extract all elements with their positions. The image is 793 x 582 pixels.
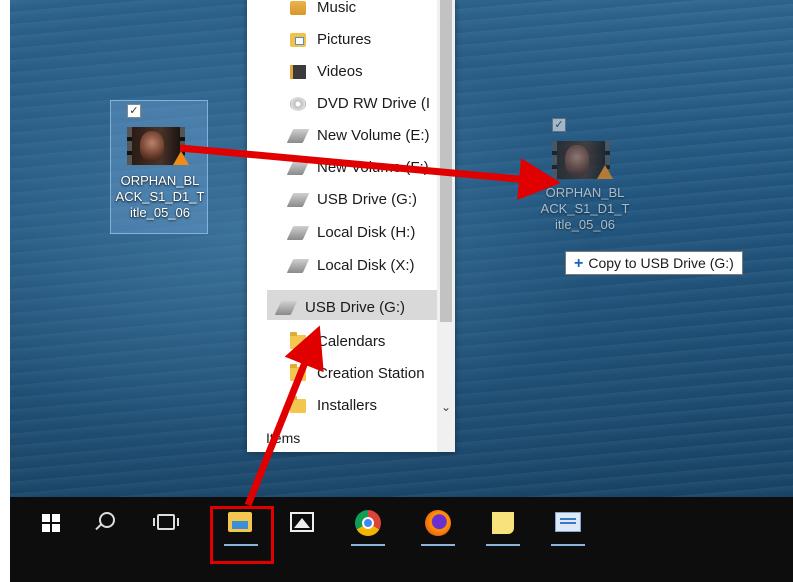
contact-card-icon bbox=[555, 512, 581, 532]
tooltip-text: Copy to USB Drive (G:) bbox=[588, 255, 734, 271]
scroll-down-arrow-icon[interactable]: ⌄ bbox=[440, 400, 452, 414]
windows-logo-icon bbox=[42, 514, 60, 532]
desktop-file-label: ORPHAN_BL ACK_S1_D1_T itle_05_06 bbox=[115, 173, 205, 220]
dvd-drive-icon bbox=[290, 97, 306, 111]
start-button[interactable] bbox=[30, 502, 76, 546]
firefox-icon bbox=[425, 510, 451, 536]
firefox-button[interactable] bbox=[415, 502, 461, 546]
videos-folder-icon bbox=[290, 65, 306, 79]
folder-icon bbox=[290, 364, 306, 381]
search-button[interactable] bbox=[85, 502, 131, 546]
drag-ghost-file: ✓ ORPHAN_BL ACK_S1_D1_T itle_05_06 bbox=[530, 113, 640, 243]
checkbox-icon: ✓ bbox=[552, 118, 566, 132]
running-indicator bbox=[486, 544, 520, 546]
running-indicator bbox=[351, 544, 385, 546]
checkbox-icon[interactable]: ✓ bbox=[127, 104, 141, 118]
search-icon bbox=[99, 512, 115, 528]
pictures-folder-icon bbox=[290, 33, 306, 47]
folder-icon bbox=[290, 332, 306, 349]
chrome-icon bbox=[355, 510, 381, 536]
music-folder-icon bbox=[290, 1, 306, 15]
app-button[interactable] bbox=[545, 502, 591, 546]
nav-pane-scrollbar[interactable]: ⌄ bbox=[437, 0, 455, 452]
photos-button[interactable] bbox=[280, 502, 326, 546]
folder-icon bbox=[290, 396, 306, 413]
drag-copy-tooltip: + Copy to USB Drive (G:) bbox=[565, 251, 743, 275]
photos-icon bbox=[290, 512, 314, 532]
plus-icon: + bbox=[574, 255, 584, 272]
vlc-cone-icon bbox=[597, 165, 613, 179]
vlc-cone-icon bbox=[173, 151, 189, 165]
drag-ghost-label: ORPHAN_BL ACK_S1_D1_T itle_05_06 bbox=[540, 185, 630, 232]
image-frame-edge bbox=[0, 0, 10, 582]
desktop-file-icon[interactable]: ✓ ORPHAN_BL ACK_S1_D1_T itle_05_06 bbox=[110, 100, 208, 234]
scrollbar-thumb[interactable] bbox=[440, 0, 452, 322]
chrome-button[interactable] bbox=[345, 502, 391, 546]
task-view-button[interactable] bbox=[145, 502, 191, 546]
sticky-notes-icon bbox=[492, 512, 514, 534]
sticky-notes-button[interactable] bbox=[480, 502, 526, 546]
running-indicator bbox=[551, 544, 585, 546]
file-explorer-highlight-box bbox=[210, 506, 274, 564]
task-view-icon bbox=[153, 514, 179, 530]
running-indicator bbox=[421, 544, 455, 546]
